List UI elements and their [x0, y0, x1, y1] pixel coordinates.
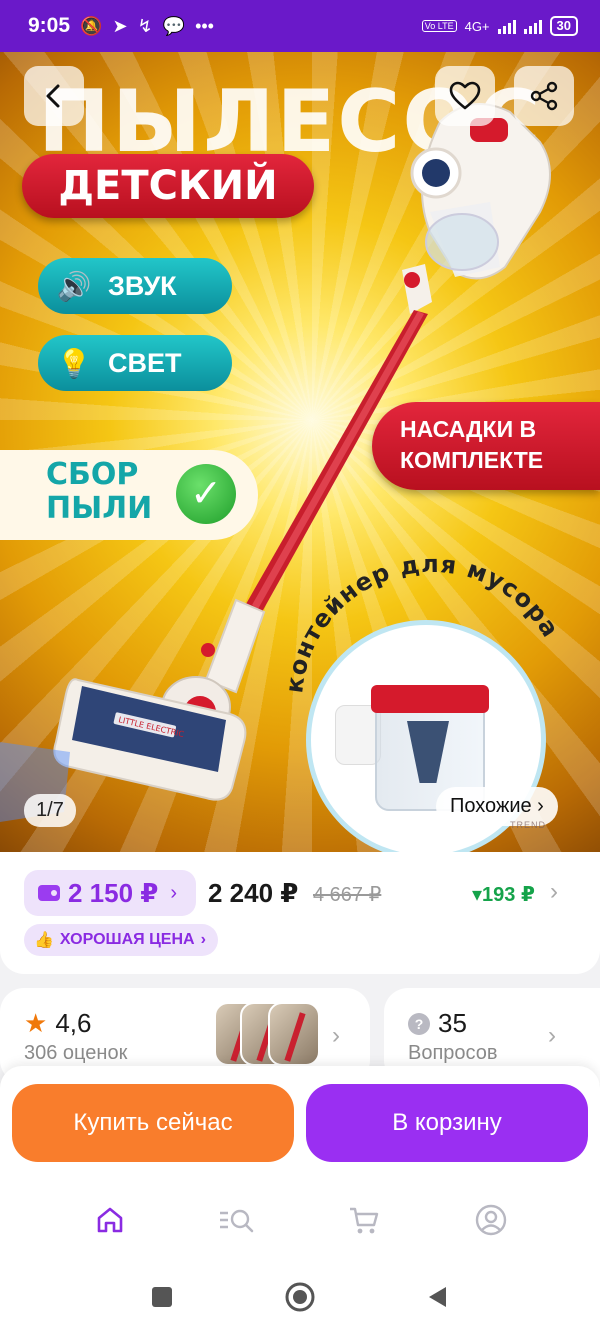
action-bar: Купить сейчас В корзину	[0, 1066, 600, 1178]
buy-now-button[interactable]: Купить сейчас	[12, 1084, 294, 1162]
status-time: 9:05	[28, 14, 71, 37]
wallet-icon	[38, 885, 60, 901]
heart-icon	[449, 81, 481, 110]
telegram-icon: ➤	[112, 15, 128, 36]
feature-dust-line2: ПЫЛИ	[46, 491, 153, 526]
back-triangle-icon[interactable]	[426, 1285, 450, 1309]
volte-icon: Vo LTE	[421, 20, 457, 32]
home-icon	[97, 1207, 122, 1233]
old-price: 4 667 ₽	[313, 884, 382, 906]
image-counter: 1/7	[24, 794, 76, 827]
back-button[interactable]	[24, 66, 84, 126]
checkmark-icon: ✓	[176, 464, 236, 524]
battery-icon: 30	[549, 16, 578, 36]
feature-dust: СБОР ПЫЛИ ✓	[0, 450, 258, 540]
wallet-price-button[interactable]: 2 150 ₽ ›	[24, 870, 196, 916]
review-photos[interactable]	[214, 1002, 320, 1066]
svg-text:контейнер для мусора: контейнер для мусора	[282, 550, 565, 695]
questions-label: Вопросов	[408, 1042, 498, 1064]
good-price-label: ХОРОШАЯ ЦЕНА	[59, 931, 195, 948]
speaker-icon: 🔊	[56, 270, 92, 302]
signal-icon	[497, 18, 516, 34]
feature-sound-label: ЗВУК	[108, 270, 177, 301]
watermark: TREND	[510, 820, 546, 830]
chat-icon: 💬	[162, 15, 186, 36]
home-circle-icon[interactable]	[284, 1281, 316, 1313]
badge-attachments: НАСАДКИ В КОМПЛЕКТЕ	[372, 402, 600, 490]
profile-icon	[475, 1204, 506, 1236]
wallet-price-value: 2 150 ₽	[68, 877, 159, 908]
product-image-gallery[interactable]: ПЫЛЕСОС LITTLE ELECTRIC ДЕТСКИЙ 🔊 ЗВУК 💡	[0, 52, 600, 852]
network-type: 4G+	[464, 18, 490, 34]
lightbulb-icon: 💡	[56, 347, 92, 379]
star-icon: ★	[24, 1008, 48, 1038]
status-bar: 9:05 🔕 ➤ ↯ 💬 ••• Vo LTE 4G+ 30	[0, 0, 600, 52]
recent-apps-icon[interactable]	[150, 1285, 174, 1309]
feature-dust-line1: СБОР	[46, 457, 139, 492]
chevron-right-icon[interactable]: ›	[550, 878, 558, 906]
signal-2-icon	[523, 18, 542, 34]
add-to-cart-button[interactable]: В корзину	[306, 1084, 588, 1162]
good-price-badge[interactable]: 👍 ХОРОШАЯ ЦЕНА ›	[24, 924, 218, 956]
chevron-left-icon	[46, 84, 60, 108]
more-notifications: •••	[195, 15, 214, 36]
share-icon	[530, 81, 558, 111]
mute-icon: 🔕	[80, 15, 103, 36]
rating-count: 306 оценок	[24, 1042, 128, 1064]
share-button[interactable]	[514, 66, 574, 126]
nav-catalog[interactable]	[207, 1190, 267, 1250]
favorite-button[interactable]	[435, 66, 495, 126]
bottom-nav	[0, 1178, 600, 1262]
rating-value: 4,6	[55, 1008, 92, 1038]
feature-sound: 🔊 ЗВУК	[38, 258, 232, 314]
review-photo-thumbnail[interactable]	[268, 1002, 320, 1066]
attachments-line2: КОМПЛЕКТЕ	[400, 447, 544, 473]
chevron-right-icon: ›	[548, 1022, 556, 1049]
question-bubble-icon: ?	[408, 1012, 430, 1035]
container-caption-text: контейнер для мусора	[282, 550, 564, 695]
missed-call-icon: ↯	[137, 15, 153, 36]
chevron-right-icon: ›	[200, 931, 206, 948]
main-price: 2 240 ₽	[208, 878, 299, 908]
cart-icon	[349, 1207, 378, 1234]
discount-amount[interactable]: ▾193 ₽	[472, 882, 535, 907]
catalog-search-icon	[219, 1209, 253, 1233]
nav-home[interactable]	[80, 1190, 140, 1250]
nav-cart[interactable]	[334, 1190, 394, 1250]
chevron-right-icon: ›	[170, 881, 178, 904]
attachments-line1: НАСАДКИ В	[400, 416, 537, 442]
container-caption: контейнер для мусора	[282, 550, 565, 695]
badge-kids: ДЕТСКИЙ	[22, 154, 314, 218]
thumbs-up-icon: 👍	[34, 932, 54, 949]
chevron-right-icon: ›	[332, 1022, 340, 1049]
feature-light-label: СВЕТ	[108, 347, 182, 378]
system-nav-bar	[0, 1262, 600, 1332]
questions-count: 35	[438, 1008, 467, 1038]
price-card: 2 150 ₽ › 2 240 ₽ 4 667 ₽ ▾193 ₽ › 👍 ХОР…	[0, 852, 600, 974]
feature-light: 💡 СВЕТ	[38, 335, 232, 391]
nav-profile[interactable]	[461, 1190, 521, 1250]
